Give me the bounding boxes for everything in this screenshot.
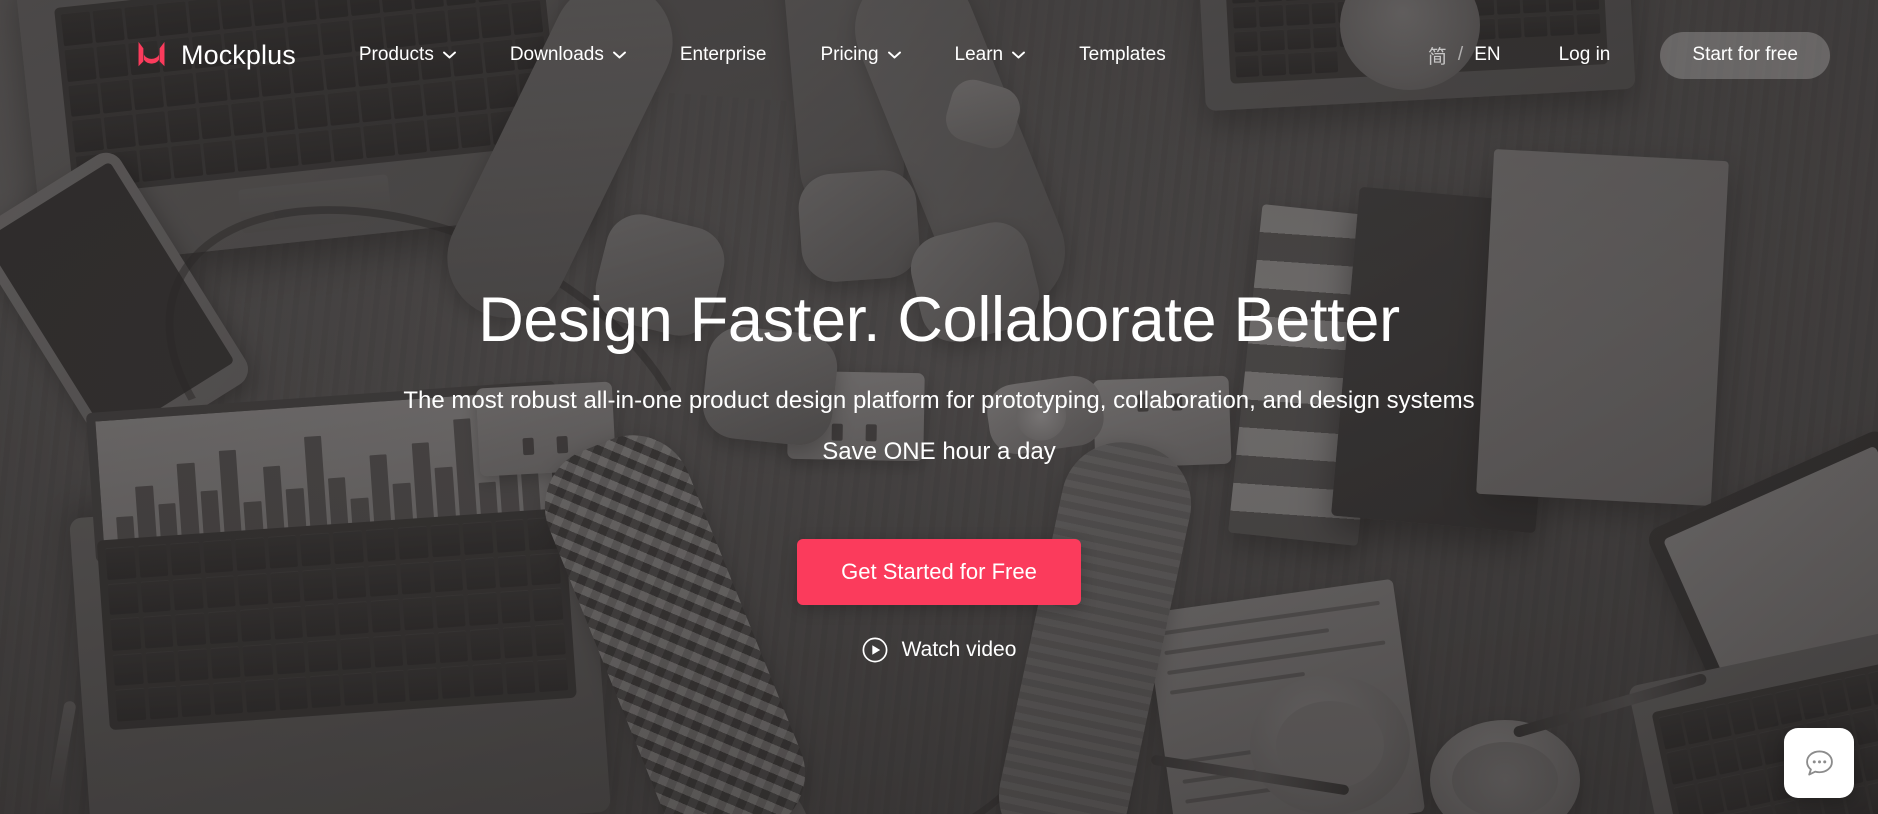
nav-label: Pricing	[820, 44, 879, 65]
hero-section: Mockplus Products Downloads Enterprise P…	[0, 0, 1878, 814]
main-navigation: Products Downloads Enterprise Pricing Le…	[359, 34, 1166, 76]
brand-logo-link[interactable]: Mockplus	[136, 40, 296, 71]
chevron-down-icon	[442, 51, 456, 59]
mockplus-m-logo-icon	[138, 41, 165, 67]
start-for-free-button[interactable]: Start for free	[1660, 31, 1830, 79]
get-started-for-free-button[interactable]: Get Started for Free	[797, 538, 1081, 605]
site-header: Mockplus Products Downloads Enterprise P…	[0, 0, 1878, 110]
hero-cta-group: Get Started for Free Watch video	[0, 538, 1878, 663]
hero-tagline: Save ONE hour a day	[822, 437, 1056, 465]
language-switcher: 简 / EN	[1428, 42, 1501, 69]
nav-item-templates[interactable]: Templates	[1079, 34, 1166, 76]
nav-label: Learn	[954, 44, 1004, 65]
nav-label: Enterprise	[679, 44, 767, 65]
watch-video-label: Watch video	[901, 637, 1017, 661]
nav-item-downloads[interactable]: Downloads	[510, 34, 626, 76]
brand-name: Mockplus	[181, 39, 296, 70]
nav-item-learn[interactable]: Learn	[955, 34, 1026, 76]
chat-bubble-icon	[1805, 750, 1833, 775]
nav-label: Downloads	[509, 44, 604, 65]
login-link[interactable]: Log in	[1559, 44, 1611, 66]
language-separator: /	[1457, 44, 1464, 65]
chevron-down-icon	[887, 51, 901, 59]
language-option-en[interactable]: EN	[1474, 44, 1500, 66]
hero-content: Design Faster. Collaborate Better The mo…	[0, 285, 1878, 663]
header-right-zone: 简 / EN Log in Start for free	[1428, 31, 1830, 79]
nav-item-pricing[interactable]: Pricing	[820, 34, 901, 76]
watch-video-link[interactable]: Watch video	[862, 637, 1017, 663]
hero-subheadline: The most robust all-in-one product desig…	[403, 387, 1475, 415]
chevron-down-icon	[1012, 51, 1026, 59]
nav-label: Templates	[1079, 44, 1166, 65]
nav-item-products[interactable]: Products	[359, 34, 456, 76]
chevron-down-icon	[612, 51, 626, 59]
language-option-zh[interactable]: 简	[1428, 42, 1447, 69]
play-circle-icon	[862, 637, 888, 663]
nav-item-enterprise[interactable]: Enterprise	[680, 34, 767, 76]
hero-headline: Design Faster. Collaborate Better	[478, 285, 1400, 355]
nav-label: Products	[358, 44, 434, 65]
chat-widget-button[interactable]	[1784, 728, 1854, 798]
